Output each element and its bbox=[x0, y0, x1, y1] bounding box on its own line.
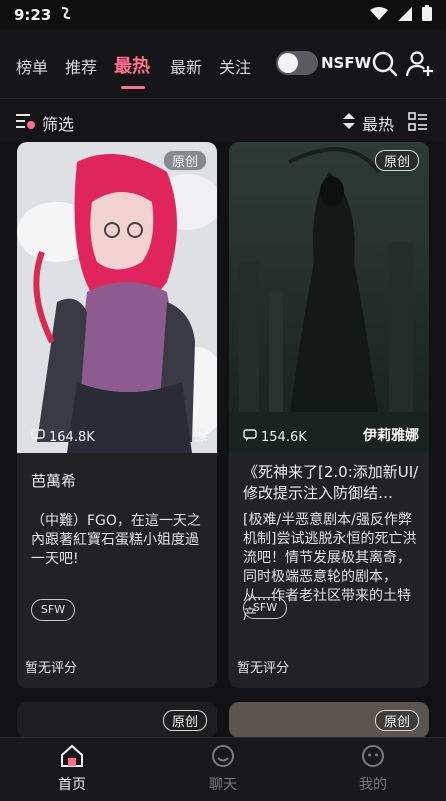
smile-icon bbox=[210, 745, 236, 772]
original-badge: 原创 bbox=[374, 150, 419, 171]
character-card[interactable]: 原创 164.8K 傑 芭萬希 （中難）FGO，在這一天之內跟著紅寶石蛋糕小姐度… bbox=[17, 142, 217, 688]
filter-button[interactable]: 筛选 bbox=[16, 111, 74, 135]
card-image: 原创 164.8K 傑 bbox=[17, 142, 217, 453]
card-title: 《死神来了[2.0:添加新UI/修改提示注入防御结… bbox=[243, 463, 419, 502]
rating-text: 暂无评分 bbox=[25, 661, 78, 676]
card-title: 芭萬希 bbox=[31, 472, 77, 490]
sfw-tag: SFW bbox=[243, 597, 287, 619]
character-card[interactable]: 原创 bbox=[17, 702, 217, 738]
toggle-knob bbox=[278, 53, 298, 73]
character-card[interactable]: 原创 bbox=[229, 702, 429, 738]
signal-icon bbox=[398, 6, 412, 25]
nav-profile-label: 我的 bbox=[359, 777, 387, 793]
profile-icon bbox=[360, 745, 386, 772]
card-description: （中難）FGO，在這一天之內跟著紅寶石蛋糕小姐度過一天吧! bbox=[31, 513, 201, 567]
filter-icon bbox=[16, 112, 36, 134]
search-icon[interactable] bbox=[370, 49, 400, 79]
tab-ranking[interactable]: 榜单 bbox=[16, 54, 48, 78]
nsfw-toggle[interactable] bbox=[276, 51, 318, 75]
sort-button[interactable]: 最热 bbox=[342, 111, 394, 135]
status-time: 9:23 bbox=[14, 6, 52, 24]
notification-icon bbox=[59, 6, 73, 24]
original-badge: 原创 bbox=[162, 710, 207, 731]
author-name: 伊莉雅娜 bbox=[363, 428, 419, 444]
status-icons bbox=[370, 5, 432, 25]
sfw-tag: SFW bbox=[31, 599, 75, 621]
nav-chat[interactable]: 聊天 bbox=[183, 744, 263, 794]
nav-home-label: 首页 bbox=[58, 777, 86, 793]
chat-count-value: 154.6K bbox=[261, 429, 307, 445]
tab-newest[interactable]: 最新 bbox=[170, 54, 202, 78]
sort-label: 最热 bbox=[362, 115, 395, 134]
grid-layout-icon[interactable] bbox=[408, 112, 428, 132]
original-badge: 原创 bbox=[374, 710, 419, 731]
wifi-icon bbox=[370, 6, 388, 25]
card-image: 原创 154.6K 伊莉雅娜 bbox=[229, 142, 429, 453]
tab-following[interactable]: 关注 bbox=[219, 54, 251, 78]
nsfw-label: NSFW bbox=[321, 54, 372, 72]
sort-icon bbox=[342, 112, 356, 134]
tab-hottest[interactable]: 最热 bbox=[114, 52, 150, 78]
tab-recommended[interactable]: 推荐 bbox=[65, 54, 97, 78]
battery-icon bbox=[422, 5, 432, 25]
chat-count: 164.8K bbox=[31, 429, 95, 445]
nav-chat-label: 聊天 bbox=[209, 777, 237, 793]
chat-bubble-icon bbox=[243, 429, 257, 445]
chat-bubble-icon bbox=[31, 429, 45, 445]
filter-bar: 筛选 最热 bbox=[0, 98, 446, 142]
author-name: 傑 bbox=[193, 428, 207, 444]
active-tab-indicator bbox=[121, 86, 145, 89]
bottom-nav: 首页 聊天 我的 bbox=[0, 737, 446, 801]
filter-label: 筛选 bbox=[42, 115, 75, 134]
add-user-icon[interactable] bbox=[405, 49, 435, 79]
home-icon bbox=[59, 744, 85, 772]
character-card[interactable]: 原创 154.6K 伊莉雅娜 《死神来了[2.0:添加新UI/修改提示注入防御结… bbox=[229, 142, 429, 688]
rating-text: 暂无评分 bbox=[237, 661, 290, 676]
status-bar: 9:23 bbox=[0, 0, 446, 30]
chat-count-value: 164.8K bbox=[49, 429, 95, 445]
chat-count: 154.6K bbox=[243, 429, 307, 445]
original-badge: 原创 bbox=[162, 150, 207, 171]
nav-home[interactable]: 首页 bbox=[32, 744, 112, 794]
nav-profile[interactable]: 我的 bbox=[333, 744, 413, 794]
